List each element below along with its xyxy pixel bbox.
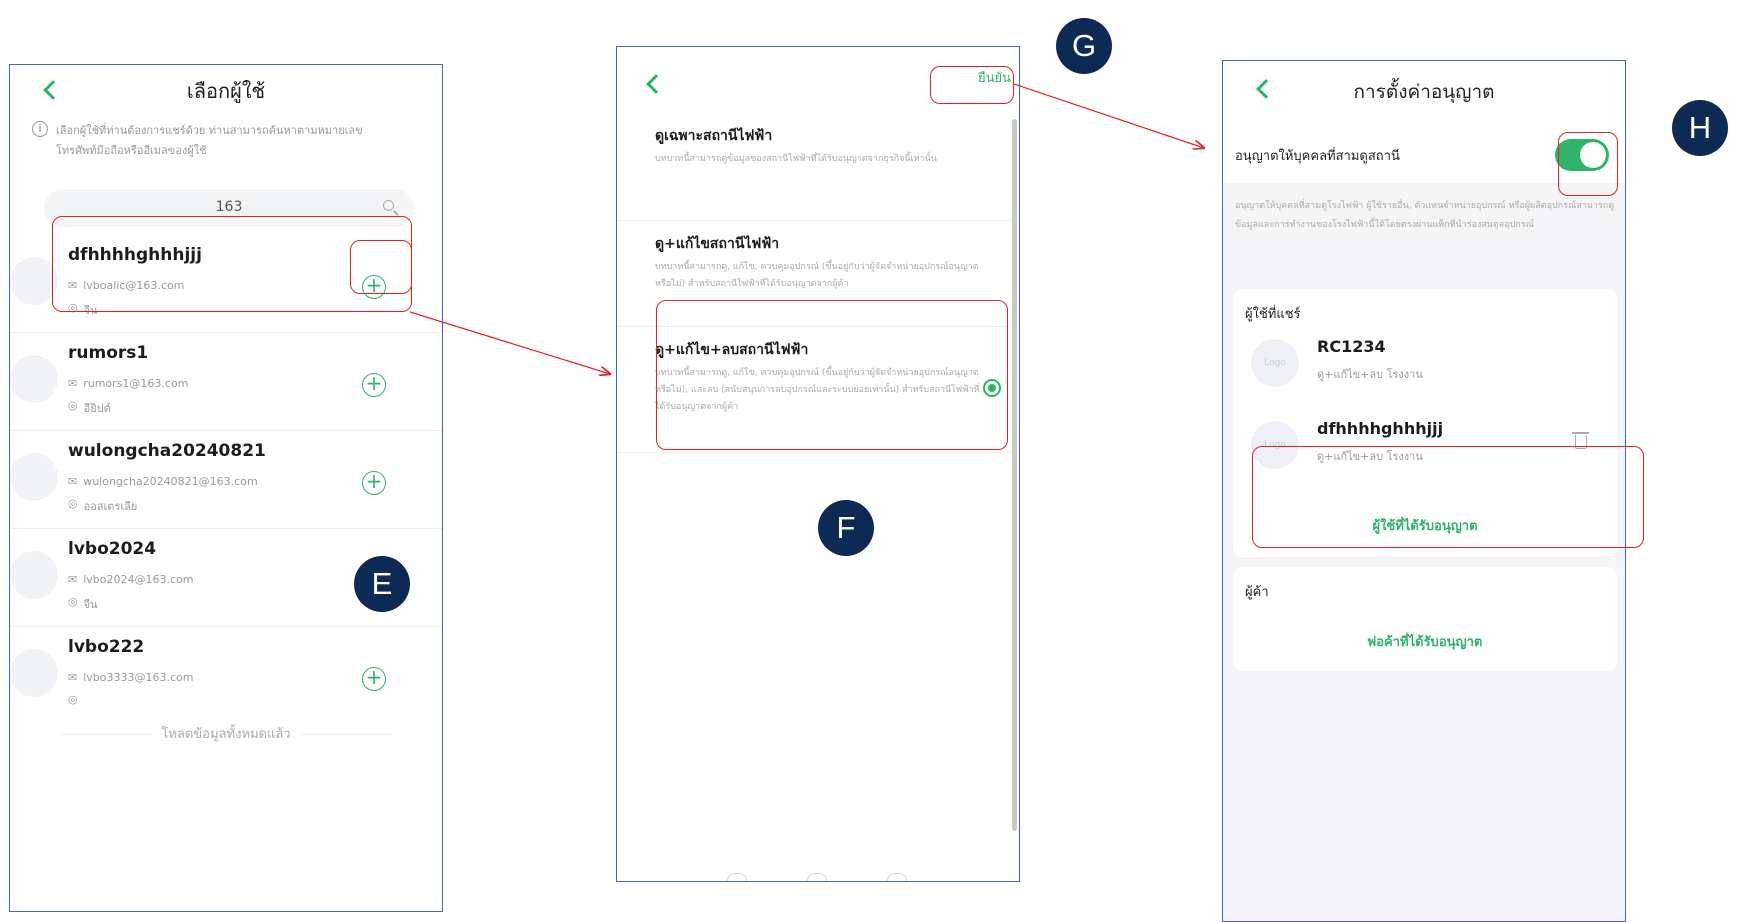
user-email-text: lvbo3333@163.com [83,671,194,684]
location-pin-icon: ◎ [68,399,78,412]
allow-description: อนุญาตให้บุคคลที่สามดูโรงไฟฟ้า ผู้ใช้ราย… [1235,201,1615,230]
allow-third-party-label: อนุญาตให้บุคคลที่สามดูสถานี [1235,149,1400,164]
search-icon[interactable] [383,200,394,211]
avatar [10,649,58,697]
mail-icon: ✉ [68,475,78,488]
tutorial-stage: เลือกผู้ใช้ i เลือกผู้ใช้ที่ท่านต้องการแ… [0,0,1738,922]
mail-icon: ✉ [68,377,78,390]
user-name: rumors1 [68,343,149,363]
user-location-text: อียิปต์ [83,402,111,415]
shared-user-row[interactable]: Logo RC1234 ดู+แก้ไข+ลบ โรงงาน [1233,325,1617,405]
authorized-dealer-link[interactable]: พ่อค้าที่ได้รับอนุญาต [1233,631,1617,652]
avatar [10,551,58,599]
user-email-text: lvbo2024@163.com [83,573,194,586]
avatar [10,257,58,305]
nav-recent-icon[interactable] [887,873,907,881]
avatar [10,453,58,501]
user-logo: Logo [1251,339,1299,387]
page-title: เลือกผู้ใช้ [186,79,266,103]
role-description: บทบาทนี้สามารถดู, แก้ไข, ควบคุมอุปกรณ์ (… [655,262,979,289]
dealer-card: ผู้ค้า พ่อค้าที่ได้รับอนุญาต [1233,567,1617,671]
shared-user-name: RC1234 [1317,337,1386,356]
page-title: การตั้งค่าอนุญาต [1353,81,1495,103]
nav-home-icon[interactable] [807,873,827,881]
hint-text: เลือกผู้ใช้ที่ท่านต้องการแชร์ด้วย ท่านสา… [56,124,363,157]
user-email: ✉ rumors1@163.com [68,377,188,390]
location-pin-icon: ◎ [68,497,78,510]
role-description: บทบาทนี้สามารถดูข้อมูลของสถานีไฟฟ้าที่ได… [655,154,937,164]
avatar [10,355,58,403]
dealer-header: ผู้ค้า [1245,585,1269,600]
step-badge-f: F [818,500,874,556]
highlight-confirm-button [930,66,1014,104]
location-pin-icon: ◎ [68,693,78,706]
select-role-screen: ยืนยัน ดูเฉพาะสถานีไฟฟ้า บทบาทนี้สามารถด… [616,46,1020,882]
highlight-role-option [656,300,1008,450]
shared-users-header: ผู้ใช้ที่แชร์ [1245,307,1301,322]
mail-icon: ✉ [68,671,78,684]
list-item[interactable]: rumors1 ✉ rumors1@163.com ◎ อียิปต์ + [10,333,442,431]
location-pin-icon: ◎ [68,595,78,608]
select-user-screen: เลือกผู้ใช้ i เลือกผู้ใช้ที่ท่านต้องการแ… [9,64,443,912]
step-badge-h: H [1672,100,1728,156]
user-email-text: rumors1@163.com [83,377,189,390]
step-badge-g: G [1056,18,1112,74]
arrow-confirm-to-settings [1013,83,1204,148]
highlight-shared-user [1252,446,1644,548]
top-bar: การตั้งค่าอนุญาต [1223,61,1625,121]
list-item[interactable]: lvbo222 ✉ lvbo3333@163.com ◎ + [10,627,442,725]
shared-user-name: dfhhhhghhhjjj [1317,419,1444,438]
highlight-add-button [350,240,412,294]
user-location: ◎ ออสเตรเลีย [68,497,137,515]
user-location: ◎ อียิปต์ [68,399,111,417]
back-chevron-icon[interactable] [646,74,666,94]
add-user-icon[interactable]: + [362,373,386,397]
scrollbar[interactable] [1012,119,1017,831]
user-email: ✉ lvbo2024@163.com [68,573,193,586]
user-name: lvbo222 [68,637,145,657]
list-item[interactable]: wulongcha20240821 ✉ wulongcha20240821@163… [10,431,442,529]
shared-user-role: ดู+แก้ไข+ลบ โรงงาน [1317,368,1423,381]
role-option-view-only[interactable]: ดูเฉพาะสถานีไฟฟ้า บทบาทนี้สามารถดูข้อมูล… [617,113,1011,221]
user-name: wulongcha20240821 [68,441,266,461]
highlight-toggle [1558,132,1618,196]
user-location: ◎ [68,693,84,706]
user-location: ◎ จีน [68,595,98,613]
nav-back-icon[interactable] [727,873,747,881]
user-email: ✉ lvbo3333@163.com [68,671,193,684]
all-loaded-text: โหลดข้อมูลทั้งหมดแล้ว [10,723,442,744]
role-title: ดู+แก้ไขสถานีไฟฟ้า [655,236,780,252]
user-email-text: wulongcha20240821@163.com [83,475,258,488]
user-location-text: จีน [83,598,98,611]
user-location-text: ออสเตรเลีย [83,500,138,513]
hint-block: i เลือกผู้ใช้ที่ท่านต้องการแชร์ด้วย ท่าน… [32,121,382,161]
mail-icon: ✉ [68,573,78,586]
info-icon: i [32,121,48,137]
user-name: lvbo2024 [68,539,157,559]
user-email: ✉ wulongcha20240821@163.com [68,475,258,488]
search-value: 163 [215,199,243,215]
step-badge-e: E [354,556,410,612]
add-user-icon[interactable]: + [362,471,386,495]
role-title: ดูเฉพาะสถานีไฟฟ้า [655,128,773,144]
add-user-icon[interactable]: + [362,667,386,691]
